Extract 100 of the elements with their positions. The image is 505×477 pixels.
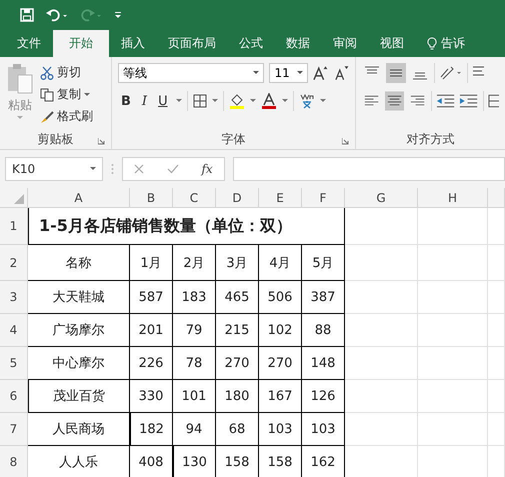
undo-icon[interactable] <box>46 8 68 22</box>
table-cell: 465 <box>216 281 259 314</box>
orientation-icon[interactable] <box>439 65 463 81</box>
row-header[interactable]: 2 <box>0 245 28 281</box>
empty-cell[interactable] <box>345 314 418 347</box>
caret-icon <box>297 71 304 75</box>
fill-color-icon[interactable] <box>228 93 245 109</box>
empty-cell[interactable] <box>418 245 488 281</box>
table-header-cell: 名称 <box>28 245 130 281</box>
save-icon[interactable] <box>20 8 34 22</box>
font-size-field[interactable]: 11 <box>269 63 308 83</box>
row-header[interactable]: 1 <box>0 208 28 245</box>
caret-icon <box>90 167 96 171</box>
table-cell: 126 <box>302 380 345 413</box>
formula-input-field[interactable] <box>233 157 505 181</box>
empty-cell[interactable] <box>418 281 488 314</box>
column-header[interactable]: E <box>259 188 302 208</box>
empty-cell[interactable] <box>488 380 505 413</box>
tell-me-button[interactable]: 告诉 <box>416 30 465 57</box>
cancel-icon[interactable] <box>134 164 144 174</box>
empty-cell[interactable] <box>418 380 488 413</box>
font-color-icon[interactable] <box>260 93 277 109</box>
bold-button[interactable]: B <box>118 94 134 108</box>
table-cell: 408 <box>130 446 173 477</box>
dialog-launcher-icon[interactable] <box>98 138 105 145</box>
increase-indent-icon[interactable] <box>459 93 479 109</box>
ribbon-tab[interactable]: 审阅 <box>322 30 368 57</box>
drag-handle-icon[interactable] <box>111 163 114 175</box>
caret-icon <box>17 116 23 120</box>
caret-icon[interactable] <box>212 99 218 103</box>
column-header[interactable]: F <box>302 188 345 208</box>
empty-cell[interactable] <box>418 208 488 245</box>
empty-cell[interactable] <box>345 380 418 413</box>
ribbon-tab[interactable]: 文件 <box>6 30 52 57</box>
table-cell: 167 <box>259 380 302 413</box>
borders-icon[interactable] <box>192 94 207 108</box>
row-header[interactable]: 3 <box>0 281 28 314</box>
italic-button[interactable]: I <box>138 94 150 108</box>
row-header[interactable]: 8 <box>0 446 28 477</box>
column-header[interactable]: B <box>130 188 173 208</box>
font-name-field[interactable]: 等线 <box>118 63 264 83</box>
column-header[interactable]: G <box>345 188 418 208</box>
table-cell: 广场摩尔 <box>28 314 130 347</box>
empty-cell[interactable] <box>488 314 505 347</box>
empty-cell[interactable] <box>345 347 418 380</box>
empty-cell[interactable] <box>345 413 418 446</box>
ribbon-tab[interactable]: 数据 <box>275 30 321 57</box>
empty-cell[interactable] <box>488 245 505 281</box>
name-box[interactable]: K10 <box>5 157 103 181</box>
empty-cell[interactable] <box>488 413 505 446</box>
column-header[interactable]: H <box>418 188 488 208</box>
column-header[interactable]: C <box>173 188 216 208</box>
column-header[interactable] <box>488 188 505 208</box>
check-icon[interactable] <box>166 164 179 174</box>
column-header[interactable]: A <box>28 188 130 208</box>
copy-button[interactable]: 复制 <box>40 85 93 104</box>
ribbon-tab[interactable]: 插入 <box>110 30 156 57</box>
table-cell: 中心摩尔 <box>28 347 130 380</box>
empty-cell[interactable] <box>418 314 488 347</box>
decrease-indent-icon[interactable] <box>436 93 456 109</box>
empty-cell[interactable] <box>418 413 488 446</box>
caret-icon[interactable] <box>250 99 256 103</box>
ribbon-tab[interactable]: 页面布局 <box>157 30 227 57</box>
table-cell: 130 <box>173 446 216 477</box>
table-cell: 158 <box>259 446 302 477</box>
row-header[interactable]: 7 <box>0 413 28 446</box>
row-header[interactable]: 5 <box>0 347 28 380</box>
merge-cells-icon[interactable] <box>488 92 499 110</box>
caret-icon[interactable] <box>320 99 326 103</box>
ribbon-tab[interactable]: 视图 <box>369 30 415 57</box>
caret-icon[interactable] <box>176 99 182 103</box>
clipboard-icon <box>6 63 34 95</box>
row-header[interactable]: 6 <box>0 380 28 413</box>
table-cell: 330 <box>130 380 173 413</box>
ribbon-tab[interactable]: 公式 <box>228 30 274 57</box>
dialog-launcher-icon[interactable] <box>342 138 349 145</box>
empty-cell[interactable] <box>345 281 418 314</box>
row-header[interactable]: 4 <box>0 314 28 347</box>
copy-icon <box>40 88 54 102</box>
ribbon-tab[interactable]: 开始 <box>53 30 109 57</box>
align-center-icon[interactable] <box>385 91 404 111</box>
caret-icon[interactable] <box>282 99 288 103</box>
customize-caret-icon[interactable] <box>114 10 122 20</box>
align-middle-icon[interactable] <box>386 63 406 83</box>
cut-button[interactable]: 剪切 <box>40 63 93 82</box>
table-cell: 101 <box>173 380 216 413</box>
column-header[interactable]: D <box>216 188 259 208</box>
empty-cell[interactable] <box>345 208 418 245</box>
grow-font-icon[interactable] <box>313 65 329 81</box>
format-painter-button[interactable]: 格式刷 <box>40 107 93 126</box>
table-cell: 270 <box>259 347 302 380</box>
phonetic-guide-icon[interactable] <box>298 93 315 109</box>
underline-button[interactable]: U <box>155 94 171 108</box>
empty-cell[interactable] <box>488 347 505 380</box>
insert-function-button[interactable]: fx <box>201 162 213 176</box>
empty-cell[interactable] <box>418 347 488 380</box>
shrink-font-icon[interactable] <box>334 65 350 81</box>
select-all-button[interactable] <box>0 188 28 208</box>
empty-cell[interactable] <box>488 281 505 314</box>
empty-cell[interactable] <box>345 245 418 281</box>
